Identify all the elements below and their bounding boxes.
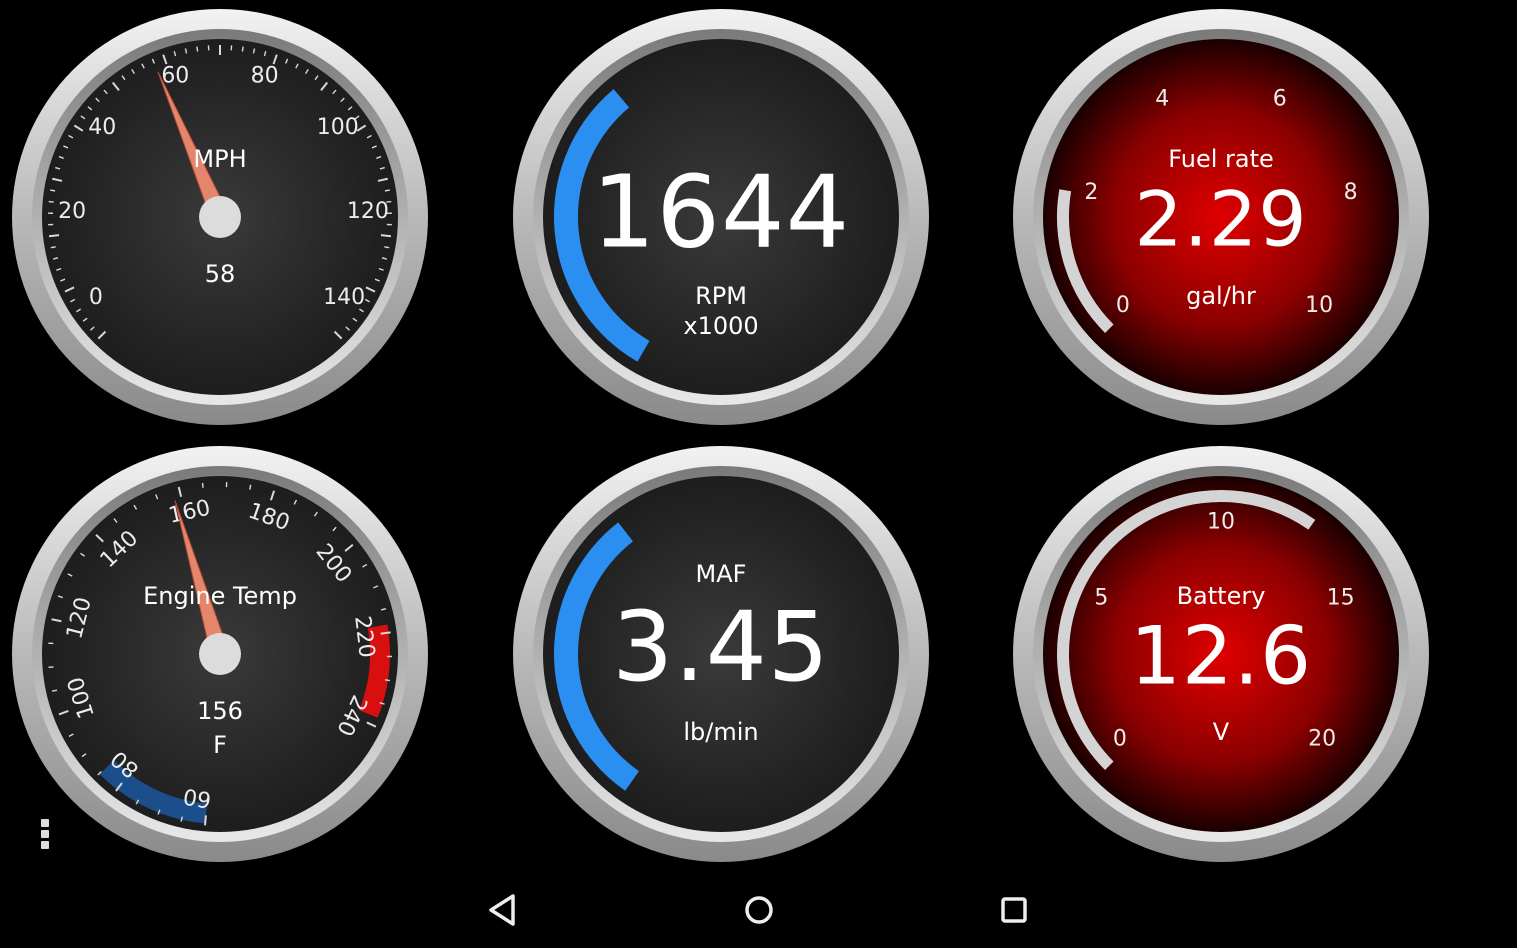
- tick-label: 20: [1308, 726, 1336, 751]
- maf-unit: lb/min: [683, 718, 759, 746]
- fuel-rate-unit: gal/hr: [1186, 282, 1256, 310]
- speedometer-dial: 0 20 40 60 80 100 120 140: [12, 9, 428, 425]
- rpm-multiplier: x1000: [683, 312, 759, 340]
- tick-mark: [201, 482, 204, 488]
- tick-mark: [204, 815, 207, 826]
- tick-mark: [184, 48, 188, 54]
- maf-label: MAF: [695, 560, 747, 588]
- tick-label: 0: [1116, 293, 1130, 318]
- rpm-value: 1644: [591, 153, 851, 271]
- navigation-bar: [0, 870, 1517, 948]
- tick-label: 10: [1305, 293, 1333, 318]
- engine-temp-label: Engine Temp: [143, 582, 297, 610]
- engine-temp-unit: F: [213, 731, 227, 759]
- overflow-menu-icon[interactable]: [36, 816, 54, 852]
- tick-mark: [48, 234, 60, 238]
- engine-temp-gauge[interactable]: 60 80 100 120 140 160 180 200 220 240 Engine Temp…: [10, 444, 430, 864]
- tick-label: 80: [251, 63, 279, 88]
- engine-temp-value: 156: [197, 697, 243, 725]
- tick-mark: [380, 234, 392, 238]
- tick-label: 6: [1273, 86, 1287, 111]
- tick-mark: [384, 189, 390, 192]
- recents-icon[interactable]: [992, 888, 1036, 932]
- tick-label: 0: [1113, 726, 1127, 751]
- tick-label: 60: [161, 63, 189, 88]
- tick-label: 140: [323, 285, 365, 310]
- home-icon[interactable]: [737, 888, 781, 932]
- battery-value: 12.6: [1129, 609, 1313, 703]
- tick-label: 5: [1094, 586, 1108, 611]
- rpm-gauge[interactable]: 1644 RPM x1000: [511, 7, 931, 427]
- tick-label: 20: [58, 199, 86, 224]
- tick-label: 0: [89, 285, 103, 310]
- tick-mark: [249, 484, 252, 490]
- tick-mark: [196, 46, 199, 52]
- rpm-unit: RPM: [695, 282, 747, 310]
- tick-label: 60: [182, 783, 214, 812]
- back-icon[interactable]: [481, 888, 525, 932]
- tick-label: 100: [317, 115, 359, 140]
- tick-label: 15: [1327, 586, 1355, 611]
- tick-mark: [380, 631, 391, 635]
- tick-label: 10: [1207, 510, 1235, 535]
- engine-temp-dial: 6080100120140160 180200220240: [12, 446, 428, 862]
- needle-hub: [199, 196, 241, 238]
- fuel-rate-label: Fuel rate: [1168, 145, 1274, 173]
- tick-label: 120: [347, 199, 389, 224]
- maf-gauge[interactable]: MAF 3.45 lb/min: [511, 444, 931, 864]
- tick-label: 4: [1155, 86, 1169, 111]
- battery-unit: V: [1212, 718, 1230, 746]
- tick-mark: [50, 246, 56, 249]
- tick-label: 8: [1344, 180, 1358, 205]
- speedometer-gauge[interactable]: 0 20 40 60 80 100 120 140 MPH 58: [10, 7, 430, 427]
- maf-value: 3.45: [612, 591, 830, 703]
- tick-label: 2: [1084, 180, 1098, 205]
- battery-gauge[interactable]: 0 5 10 15 20 Battery 12.6 V: [1011, 444, 1431, 864]
- tick-label: 40: [88, 115, 116, 140]
- speed-label: MPH: [193, 145, 247, 173]
- fuel-rate-value: 2.29: [1134, 174, 1308, 264]
- tick-mark: [384, 246, 390, 249]
- speed-value: 58: [204, 260, 236, 288]
- battery-label: Battery: [1176, 582, 1266, 610]
- tick-label: 220: [349, 615, 379, 660]
- tick-mark: [384, 679, 391, 682]
- needle-hub: [199, 633, 241, 675]
- tick-mark: [241, 46, 244, 52]
- tick-mark: [252, 48, 256, 54]
- fuel-rate-gauge[interactable]: 0 2 4 6 8 10 Fuel rate 2.29 gal/hr: [1011, 7, 1431, 427]
- tick-mark: [50, 189, 56, 192]
